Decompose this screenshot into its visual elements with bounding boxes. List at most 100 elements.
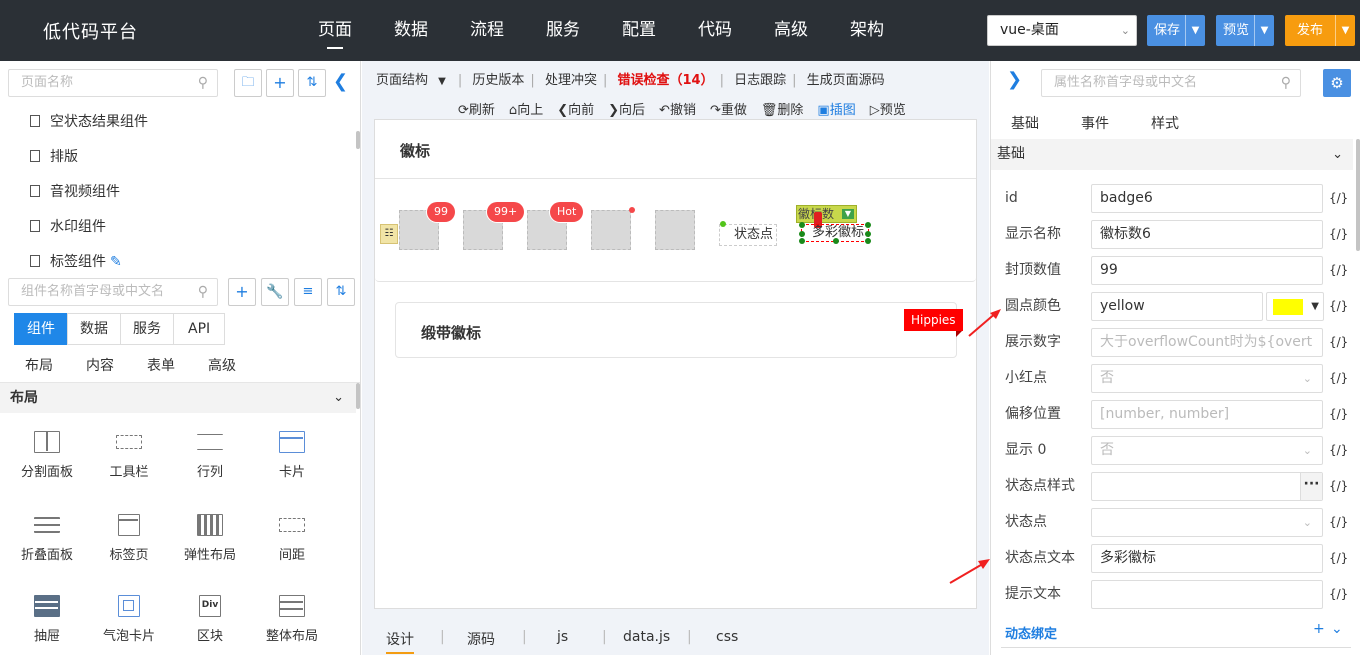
tab-css[interactable]: css xyxy=(716,629,738,645)
nav-item-flow[interactable]: 流程 xyxy=(449,0,525,61)
property-input[interactable]: 99 xyxy=(1091,256,1323,285)
resize-handle[interactable] xyxy=(865,238,871,244)
redo-button[interactable]: ↷重做 xyxy=(710,99,747,118)
tree-item[interactable]: 水印组件 xyxy=(30,216,106,236)
tab-content[interactable]: 内容 xyxy=(86,353,114,382)
code-binding-icon[interactable]: {/} xyxy=(1329,360,1348,396)
nav-item-config[interactable]: 配置 xyxy=(601,0,677,61)
save-button[interactable]: 保存 ▼ xyxy=(1147,15,1205,46)
property-input[interactable]: badge6 xyxy=(1091,184,1323,213)
tab-style[interactable]: 样式 xyxy=(1151,113,1179,133)
tree-item[interactable]: 音视频组件 xyxy=(30,181,120,201)
component-drawer[interactable]: 抽屉 xyxy=(7,595,87,644)
component-flex[interactable]: 弹性布局 xyxy=(170,514,250,563)
component-tabs[interactable]: 标签页 xyxy=(89,514,169,563)
preview-button[interactable]: 预览 ▼ xyxy=(1216,15,1274,46)
generate-source-button[interactable]: 生成页面源码 xyxy=(807,73,885,88)
component-scrollbar[interactable] xyxy=(356,383,360,409)
settings-gear-icon[interactable]: ⚙ xyxy=(1323,69,1351,97)
page-search-input[interactable]: 页面名称 ⚲ xyxy=(8,69,218,97)
color-picker[interactable]: ▼ xyxy=(1266,292,1324,321)
component-split-panel[interactable]: 分割面板 xyxy=(7,431,87,480)
caret-down-icon[interactable]: ▼ xyxy=(1185,15,1205,46)
code-binding-icon[interactable]: {/} xyxy=(1329,432,1348,468)
list-indent-icon[interactable]: ≡ xyxy=(294,278,322,306)
publish-button[interactable]: 发布 ▼ xyxy=(1285,15,1355,46)
property-input[interactable]: 大于overflowCount时为${overt xyxy=(1091,328,1323,357)
code-binding-icon[interactable]: {/} xyxy=(1329,468,1348,504)
caret-down-icon[interactable]: ▼ xyxy=(1335,15,1355,46)
page-structure-button[interactable]: 页面结构 ▼ xyxy=(376,73,452,88)
property-input[interactable]: yellow ▼ xyxy=(1091,292,1324,321)
property-select[interactable]: 否 ⌄ xyxy=(1091,436,1323,465)
add-folder-icon[interactable]: 🗀 xyxy=(234,69,262,97)
tab-data-js[interactable]: data.js xyxy=(623,629,670,645)
property-search-input[interactable]: 属性名称首字母或中文名 ⚲ xyxy=(1041,69,1301,97)
add-binding-icon[interactable]: + xyxy=(1313,621,1325,637)
tree-item[interactable]: 排版 xyxy=(30,146,78,166)
more-options-icon[interactable]: ··· xyxy=(1300,473,1322,500)
tab-advanced[interactable]: 高级 xyxy=(208,353,236,382)
delete-button[interactable]: 🗑删除 xyxy=(761,99,804,118)
nav-item-page[interactable]: 页面 xyxy=(297,0,373,61)
property-select[interactable]: 否 ⌄ xyxy=(1091,364,1323,393)
code-binding-icon[interactable]: {/} xyxy=(1329,180,1348,216)
code-binding-icon[interactable]: {/} xyxy=(1329,216,1348,252)
property-select[interactable]: ⌄ xyxy=(1091,508,1323,537)
badge-card[interactable]: 徽标 ☷ 99 99+ Hot 状态点 徽标数▼ 多彩徽标 xyxy=(375,120,976,282)
resize-handle[interactable] xyxy=(865,222,871,228)
tab-data[interactable]: 数据 xyxy=(67,313,121,345)
code-binding-icon[interactable]: {/} xyxy=(1329,504,1348,540)
component-search-input[interactable]: 组件名称首字母或中文名 ⚲ xyxy=(8,278,218,306)
ribbon-badge-card[interactable]: 缎带徽标 xyxy=(395,302,957,358)
move-forward-button[interactable]: ❮向前 xyxy=(557,99,594,118)
log-trace-button[interactable]: 日志跟踪 xyxy=(734,73,786,88)
insert-image-button[interactable]: ▣插图 xyxy=(817,99,855,118)
resize-handle[interactable] xyxy=(799,231,805,237)
add-icon[interactable]: + xyxy=(228,278,256,306)
nav-item-architecture[interactable]: 架构 xyxy=(829,0,905,61)
code-binding-icon[interactable]: {/} xyxy=(1329,324,1348,360)
resize-handle[interactable] xyxy=(865,231,871,237)
sort-icon[interactable]: ⇅ xyxy=(327,278,355,306)
nav-item-service[interactable]: 服务 xyxy=(525,0,601,61)
nav-item-advanced[interactable]: 高级 xyxy=(753,0,829,61)
nav-item-data[interactable]: 数据 xyxy=(373,0,449,61)
tab-js[interactable]: js xyxy=(557,629,568,645)
tab-api[interactable]: API xyxy=(173,313,226,345)
drag-handle-icon[interactable]: ☷ xyxy=(380,224,398,244)
component-toolbar[interactable]: 工具栏 xyxy=(89,431,169,480)
section-header-layout[interactable]: 布局 ⌄ xyxy=(0,383,356,413)
wrench-icon[interactable]: 🔧 xyxy=(261,278,289,306)
component-collapse[interactable]: 折叠面板 xyxy=(7,514,87,563)
selected-component-tag[interactable]: 徽标数▼ xyxy=(796,205,857,223)
code-binding-icon[interactable]: {/} xyxy=(1329,252,1348,288)
property-input[interactable]: 徽标数6 xyxy=(1091,220,1323,249)
caret-down-icon[interactable]: ▼ xyxy=(1254,15,1274,46)
design-canvas[interactable]: 徽标 ☷ 99 99+ Hot 状态点 徽标数▼ 多彩徽标 xyxy=(374,119,977,609)
component-row-col[interactable]: 行列 xyxy=(170,431,250,480)
property-input[interactable]: ··· xyxy=(1091,472,1323,501)
code-binding-icon[interactable]: {/} xyxy=(1329,540,1348,576)
component-popover-card[interactable]: 气泡卡片 xyxy=(89,595,169,644)
component-div[interactable]: Div 区块 xyxy=(170,595,250,644)
conflict-button[interactable]: 处理冲突 xyxy=(545,73,597,88)
dynamic-binding-section[interactable]: 动态绑定 xyxy=(1005,623,1057,642)
code-binding-icon[interactable]: {/} xyxy=(1329,576,1348,612)
component-space[interactable]: 间距 xyxy=(252,514,332,563)
tab-layout[interactable]: 布局 xyxy=(25,353,53,382)
tree-scrollbar[interactable] xyxy=(356,131,360,149)
add-icon[interactable]: + xyxy=(266,69,294,97)
error-check-button[interactable]: 错误检查（14） xyxy=(617,73,713,88)
component-layout[interactable]: 整体布局 xyxy=(252,595,332,644)
expand-right-icon[interactable]: ❯ xyxy=(1007,69,1022,90)
undo-button[interactable]: ↶撤销 xyxy=(659,99,696,118)
tab-design[interactable]: 设计 xyxy=(386,629,414,654)
property-input[interactable]: 多彩徽标 xyxy=(1091,544,1323,573)
history-button[interactable]: 历史版本 xyxy=(472,73,524,88)
nav-item-code[interactable]: 代码 xyxy=(677,0,753,61)
property-input[interactable]: [number, number] xyxy=(1091,400,1323,429)
property-input[interactable] xyxy=(1091,580,1323,609)
code-binding-icon[interactable]: {/} xyxy=(1329,396,1348,432)
code-binding-icon[interactable]: {/} xyxy=(1329,288,1348,324)
